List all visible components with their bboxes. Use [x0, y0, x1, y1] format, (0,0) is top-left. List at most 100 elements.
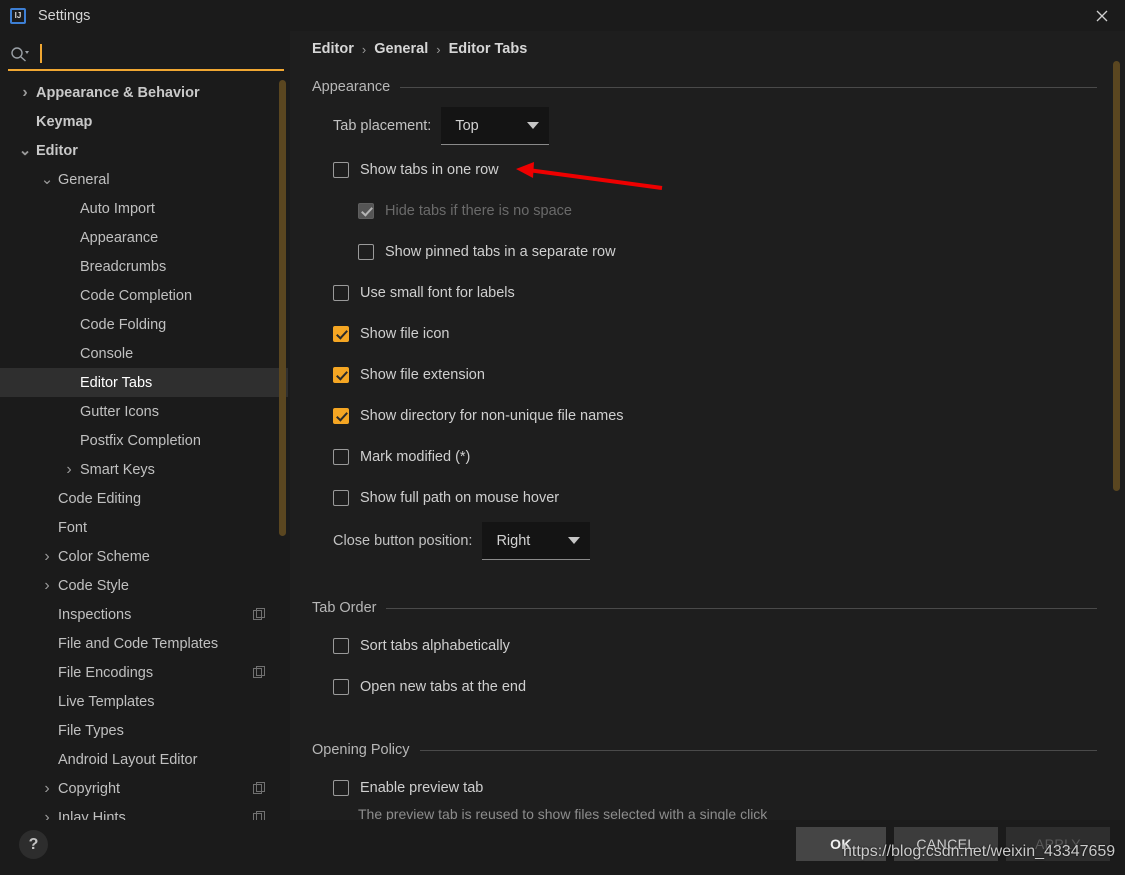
sidebar-scrollbar[interactable] — [279, 80, 286, 536]
chevron-down-icon[interactable]: ⌄ — [18, 143, 32, 158]
sidebar-item-gutter-icons[interactable]: ›Gutter Icons — [0, 397, 288, 426]
checkbox-show-directory-for-non-unique-file-names[interactable]: Show directory for non-unique file names — [333, 408, 624, 424]
checkbox-label: Hide tabs if there is no space — [385, 203, 572, 219]
checkbox-box[interactable] — [333, 326, 349, 342]
sidebar-item-keymap[interactable]: ›Keymap — [0, 107, 288, 136]
sidebar-item-label: Color Scheme — [58, 548, 150, 565]
sidebar-item-appearance[interactable]: ›Appearance — [0, 223, 288, 252]
checkbox-box[interactable] — [333, 285, 349, 301]
sidebar-item-label: Appearance — [80, 229, 159, 246]
settings-tree[interactable]: ›Appearance & Behavior›Keymap⌄Editor⌄Gen… — [0, 78, 288, 820]
checkbox-mark-modified[interactable]: Mark modified (*) — [333, 449, 470, 465]
chevron-right-icon[interactable]: › — [18, 84, 32, 101]
sidebar-item-android-layout-editor[interactable]: ›Android Layout Editor — [0, 745, 288, 774]
sidebar-item-label: File Encodings — [58, 664, 154, 681]
sidebar-item-label: Code Editing — [58, 490, 142, 507]
sidebar-item-editor[interactable]: ⌄ Editor — [0, 136, 288, 165]
sidebar-item-file-encodings[interactable]: ›File Encodings — [0, 658, 288, 687]
checkbox-box[interactable] — [358, 244, 374, 260]
checkbox-box[interactable] — [333, 780, 349, 796]
content-scrollbar[interactable] — [1113, 61, 1120, 491]
search-input[interactable] — [38, 42, 284, 66]
sidebar-item-smart-keys[interactable]: › Smart Keys — [0, 455, 288, 484]
close-button-position-row: Close button position: Right — [333, 522, 591, 560]
checkbox-show-file-icon[interactable]: Show file icon — [333, 326, 449, 342]
checkbox-show-file-extension[interactable]: Show file extension — [333, 367, 485, 383]
checkbox-label: Show file icon — [360, 326, 450, 342]
checkbox-box[interactable] — [333, 638, 349, 654]
sidebar-item-label: Copyright — [58, 780, 121, 797]
sidebar-item-label: Android Layout Editor — [58, 751, 198, 768]
sidebar-item-code-completion[interactable]: ›Code Completion — [0, 281, 288, 310]
checkbox-hide-tabs-if-there-is-no-space: Hide tabs if there is no space — [358, 203, 572, 219]
checkbox-label: Show tabs in one row — [360, 162, 499, 178]
breadcrumb: Editor › General › Editor Tabs — [312, 41, 527, 57]
checkbox-use-small-font-for-labels[interactable]: Use small font for labels — [333, 285, 515, 301]
chevron-down-icon[interactable]: ⌄ — [40, 172, 54, 187]
checkbox-show-tabs-in-one-row[interactable]: Show tabs in one row — [333, 162, 499, 178]
checkbox-sort-tabs-alphabetically[interactable]: Sort tabs alphabetically — [333, 638, 510, 654]
checkbox-box[interactable] — [333, 490, 349, 506]
chevron-right-icon[interactable]: › — [62, 461, 76, 478]
section-divider — [400, 86, 1097, 88]
checkbox-box[interactable] — [333, 408, 349, 424]
sidebar-item-file-types[interactable]: ›File Types — [0, 716, 288, 745]
sidebar-item-editor-tabs[interactable]: ›Editor Tabs — [0, 368, 288, 397]
sidebar-item-copyright[interactable]: › Copyright — [0, 774, 288, 803]
chevron-right-icon[interactable]: › — [40, 577, 54, 594]
checkbox-label: Show directory for non-unique file names — [360, 408, 624, 424]
copy-icon[interactable] — [253, 608, 266, 621]
sidebar-item-appearance-behavior[interactable]: › Appearance & Behavior — [0, 78, 288, 107]
checkbox-open-new-tabs-at-the-end[interactable]: Open new tabs at the end — [333, 679, 526, 695]
section-title: Tab Order — [312, 600, 377, 616]
watermark-url: https://blog.csdn.net/weixin_43347659 — [843, 843, 1116, 860]
chevron-down-icon — [527, 122, 540, 129]
close-button-position-dropdown[interactable]: Right — [482, 522, 591, 560]
sidebar-item-label: Inlay Hints — [58, 809, 126, 821]
chevron-right-icon[interactable]: › — [40, 809, 54, 821]
section-divider — [419, 749, 1097, 751]
breadcrumb-item-editor[interactable]: Editor — [312, 41, 354, 57]
tab-placement-dropdown[interactable]: Top — [441, 107, 550, 145]
sidebar-item-auto-import[interactable]: ›Auto Import — [0, 194, 288, 223]
sidebar-item-inspections[interactable]: ›Inspections — [0, 600, 288, 629]
sidebar-item-breadcrumbs[interactable]: ›Breadcrumbs — [0, 252, 288, 281]
section-divider — [386, 607, 1097, 609]
search-icon[interactable] — [10, 45, 30, 63]
sidebar-item-code-editing[interactable]: ›Code Editing — [0, 484, 288, 513]
sidebar-item-label: Smart Keys — [80, 461, 155, 478]
copy-icon[interactable] — [253, 666, 266, 679]
sidebar-item-live-templates[interactable]: ›Live Templates — [0, 687, 288, 716]
checkbox-show-full-path-on-mouse-hover[interactable]: Show full path on mouse hover — [333, 490, 559, 506]
copy-icon[interactable] — [253, 811, 266, 820]
chevron-right-icon[interactable]: › — [40, 780, 54, 797]
sidebar-item-code-folding[interactable]: ›Code Folding — [0, 310, 288, 339]
checkbox-box[interactable] — [333, 162, 349, 178]
sidebar-item-label: Gutter Icons — [80, 403, 159, 420]
sidebar-item-console[interactable]: ›Console — [0, 339, 288, 368]
sidebar-item-color-scheme[interactable]: › Color Scheme — [0, 542, 288, 571]
checkbox-enable-preview-tab[interactable]: Enable preview tab — [333, 780, 483, 796]
sidebar-item-font[interactable]: ›Font — [0, 513, 288, 542]
chevron-right-icon[interactable]: › — [40, 548, 54, 565]
help-button[interactable]: ? — [19, 830, 48, 859]
tab-placement-row: Tab placement: Top — [333, 107, 550, 145]
close-glyph — [1096, 10, 1108, 21]
sidebar-item-code-style[interactable]: › Code Style — [0, 571, 288, 600]
sidebar-item-label: Keymap — [36, 113, 93, 130]
sidebar-item-postfix-completion[interactable]: ›Postfix Completion — [0, 426, 288, 455]
close-icon[interactable] — [1079, 0, 1125, 31]
copy-icon[interactable] — [253, 782, 266, 795]
checkbox-box[interactable] — [333, 679, 349, 695]
checkbox-show-pinned-tabs-in-a-separate-row[interactable]: Show pinned tabs in a separate row — [358, 244, 616, 260]
close-button-position-value: Right — [496, 532, 531, 549]
sidebar-item-label: Postfix Completion — [80, 432, 201, 449]
window-title: Settings — [38, 7, 91, 24]
checkbox-box[interactable] — [333, 367, 349, 383]
sidebar-item-general[interactable]: ⌄ General — [0, 165, 288, 194]
checkbox-box[interactable] — [333, 449, 349, 465]
search-row — [0, 40, 288, 68]
breadcrumb-item-general[interactable]: General — [374, 41, 428, 57]
sidebar-item-file-and-code-templates[interactable]: ›File and Code Templates — [0, 629, 288, 658]
sidebar-item-inlay-hints[interactable]: › Inlay Hints — [0, 803, 288, 820]
